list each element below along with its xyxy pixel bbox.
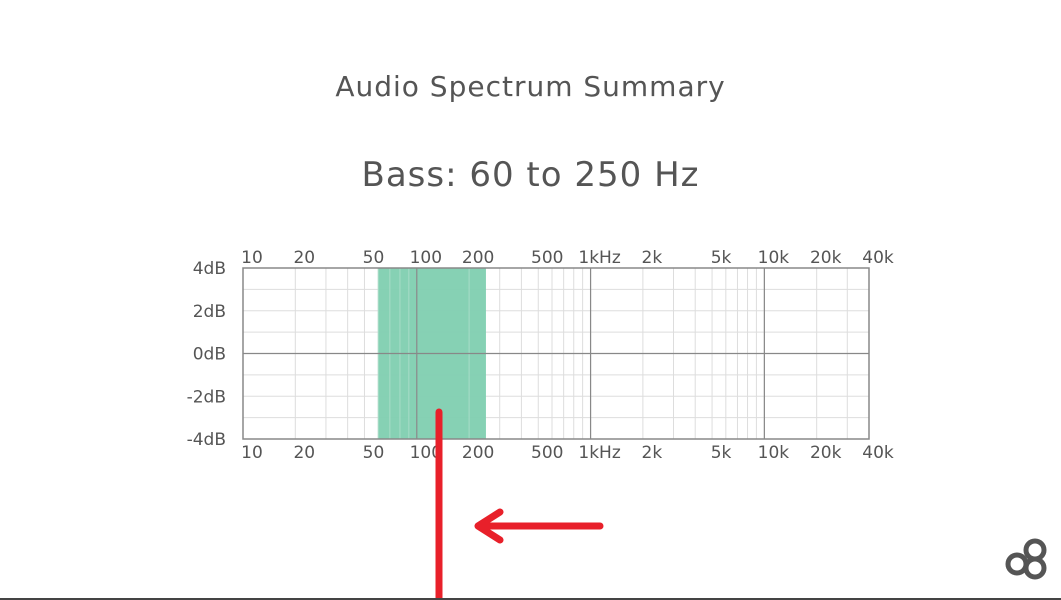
x-tick-label-top: 20 — [293, 248, 315, 268]
x-tick-label-top: 5k — [711, 248, 732, 268]
tick-labels: 1010202050501001002002005005001kHz1kHz2k… — [187, 248, 894, 463]
x-tick-label-bottom: 200 — [462, 443, 494, 463]
x-tick-label-top: 10 — [241, 248, 263, 268]
major-grid — [242, 267, 870, 440]
x-tick-label-bottom: 50 — [363, 443, 385, 463]
x-tick-label-bottom: 2k — [642, 443, 663, 463]
x-tick-label-bottom: 20k — [810, 443, 842, 463]
annotation-arrow — [435, 408, 604, 600]
y-tick-label: -4dB — [187, 430, 226, 450]
x-tick-label-bottom: 5k — [711, 443, 732, 463]
x-tick-label-bottom: 10 — [241, 443, 263, 463]
x-tick-label-top: 40k — [862, 248, 894, 268]
y-tick-label: -2dB — [187, 387, 226, 407]
y-tick-label: 0dB — [193, 345, 226, 365]
x-tick-label-bottom: 500 — [531, 443, 563, 463]
x-tick-label-bottom: 10k — [758, 443, 790, 463]
x-tick-label-top: 20k — [810, 248, 842, 268]
x-tick-label-top: 200 — [462, 248, 494, 268]
y-tick-label: 4dB — [193, 259, 226, 279]
x-tick-label-bottom: 1kHz — [578, 443, 620, 463]
x-tick-label-top: 2k — [642, 248, 663, 268]
x-tick-label-top: 50 — [363, 248, 385, 268]
brand-logo-icon — [1003, 534, 1051, 586]
x-tick-label-bottom: 20 — [293, 443, 315, 463]
x-tick-label-top: 1kHz — [578, 248, 620, 268]
x-tick-label-top: 10k — [758, 248, 790, 268]
y-tick-label: 2dB — [193, 302, 226, 322]
spectrum-chart: 1010202050501001002002005005001kHz1kHz2k… — [187, 248, 894, 600]
x-tick-label-bottom: 40k — [862, 443, 894, 463]
x-tick-label-top: 100 — [410, 248, 442, 268]
x-tick-label-top: 500 — [531, 248, 563, 268]
